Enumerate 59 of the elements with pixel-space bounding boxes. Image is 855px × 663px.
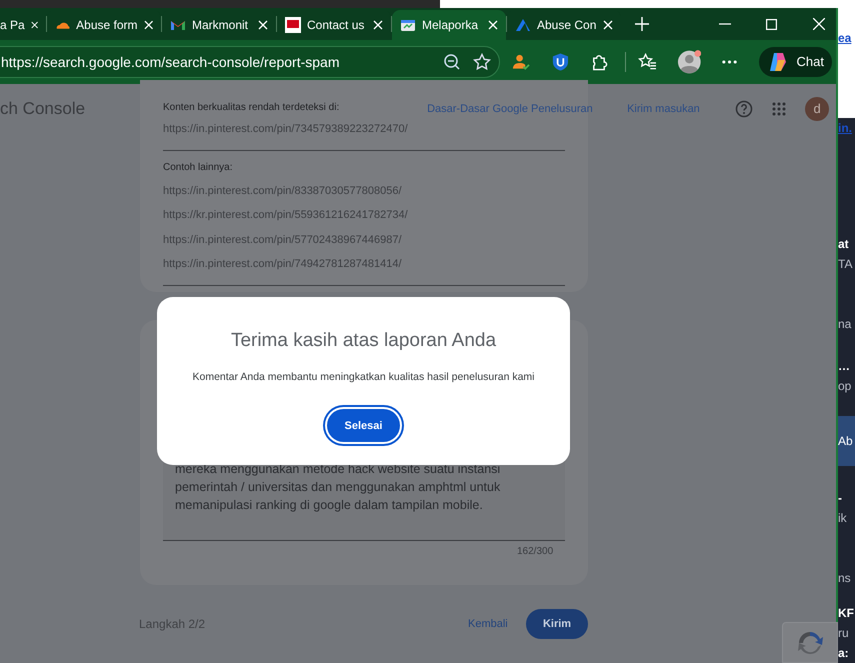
help-icon[interactable] — [735, 100, 754, 118]
apps-icon[interactable] — [772, 102, 786, 116]
page-text: op — [838, 378, 852, 396]
close-icon[interactable] — [488, 20, 498, 30]
minimize-icon[interactable] — [719, 23, 731, 25]
triangle-icon — [515, 18, 531, 32]
close-icon[interactable] — [813, 18, 825, 30]
done-button[interactable]: Selesai — [327, 409, 400, 442]
cloud-icon — [55, 20, 70, 30]
submit-button[interactable]: Kirim — [526, 609, 588, 639]
puzzle-icon[interactable] — [590, 52, 609, 72]
account-avatar[interactable]: d — [805, 97, 830, 121]
page-text: … — [838, 358, 851, 376]
close-icon[interactable] — [258, 20, 268, 30]
more-icon[interactable] — [721, 59, 739, 65]
page-text: Ab — [838, 416, 855, 466]
profile-icon[interactable] — [676, 49, 702, 75]
favorites-icon[interactable] — [638, 52, 657, 72]
url-text: https://in.pinterest.com/pin/83387030577808056/ — [163, 184, 403, 198]
comment-text-line: pemerintah / universitas dan menggunakan amphtml untuk — [175, 479, 502, 496]
page-text: KF — [838, 605, 855, 622]
mail-icon — [170, 19, 186, 31]
close-icon[interactable] — [603, 20, 613, 30]
page-text: a: — [838, 645, 850, 662]
url-text: https://in.pinterest.com/pin/74942781287481414/ — [163, 257, 403, 272]
logo-icon — [285, 17, 301, 33]
comment-text-line: mereka menggunakan metode hack website suatu instansi — [175, 461, 502, 478]
dialog-message: Komentar Anda membantu meningkatkan kualitas hasil penelusuran kami — [192, 370, 535, 384]
zoom-out-icon[interactable] — [443, 53, 462, 71]
dialog-title: Terima kasih atas laporan Anda — [230, 329, 496, 353]
page-text: na — [838, 316, 852, 334]
character-counter: 162/300 — [517, 545, 554, 559]
page-text: at — [838, 236, 850, 254]
close-icon[interactable] — [144, 20, 153, 30]
close-icon[interactable] — [30, 20, 38, 30]
comment-text-line: memanipulasi ranking di google dalam tampilan mobile. — [175, 497, 484, 514]
page-text: - — [838, 490, 843, 507]
person-check-icon[interactable] — [512, 52, 532, 72]
page-text: in. — [838, 120, 853, 138]
browser-tab[interactable]: Melaporka — [392, 10, 506, 40]
page-text: TA — [838, 256, 854, 274]
close-icon[interactable] — [373, 20, 383, 30]
new-tab-icon[interactable] — [635, 17, 649, 31]
address-field[interactable]: https://search.google.com/search-console/report-spam — [0, 46, 500, 78]
page-text: ru — [838, 625, 850, 642]
star-icon[interactable] — [473, 53, 492, 71]
url-text: https://in.pinterest.com/pin/734579389223272470/ — [163, 122, 409, 137]
maximize-icon[interactable] — [766, 18, 777, 30]
app-name: ch Console — [0, 98, 86, 120]
field-label: Contoh lainnya: — [163, 160, 234, 174]
chat-button[interactable]: Chat — [758, 47, 832, 77]
shield-icon[interactable] — [551, 52, 570, 72]
url-text: https://kr.pinterest.com/pin/559361216241782734/ — [163, 208, 409, 223]
page-text: ns — [838, 570, 852, 587]
page-text: ea — [838, 30, 852, 47]
console-icon — [400, 17, 416, 33]
field-label: Konten berkualitas rendah terdeteksi di: — [163, 101, 340, 115]
url-text: https://in.pinterest.com/pin/57702438967446987/ — [163, 232, 403, 248]
page-text: ik — [838, 510, 848, 527]
